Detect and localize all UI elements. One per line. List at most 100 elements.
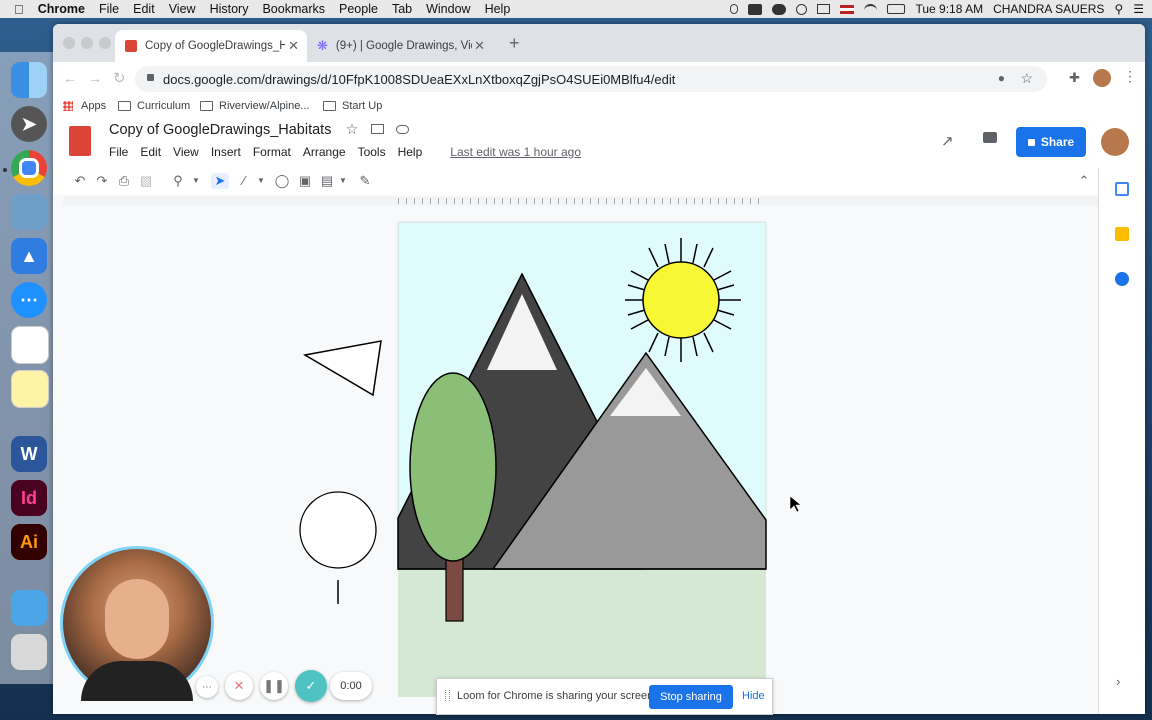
- account-avatar[interactable]: [1101, 128, 1129, 156]
- reload-icon[interactable]: ↻: [113, 69, 126, 87]
- redo-icon[interactable]: ↷: [93, 173, 111, 189]
- loom-more-options-button[interactable]: ⋯: [196, 676, 218, 698]
- address-bar[interactable]: docs.google.com/drawings/d/10FfpK1008SDU…: [135, 66, 1047, 92]
- new-tab-icon[interactable]: +: [509, 33, 520, 54]
- downloads-folder-icon[interactable]: [11, 590, 47, 626]
- apple-icon[interactable]: : [14, 2, 24, 17]
- back-icon[interactable]: ←: [63, 70, 77, 86]
- loom-pause-button[interactable]: ❚❚: [260, 672, 288, 700]
- loom-finish-button[interactable]: ✓: [295, 670, 327, 702]
- tree-canopy[interactable]: [409, 372, 497, 562]
- tab-google-drawings[interactable]: Copy of GoogleDrawings_Habit ✕: [115, 30, 307, 62]
- menu-view[interactable]: View: [169, 2, 196, 16]
- document-title[interactable]: Copy of GoogleDrawings_Habitats ☆: [109, 122, 409, 138]
- forward-icon[interactable]: →: [88, 70, 102, 86]
- profile-avatar[interactable]: [1093, 69, 1111, 87]
- zoom-window-button[interactable]: [99, 37, 111, 49]
- finder-icon[interactable]: [11, 62, 47, 98]
- close-tab-icon[interactable]: ✕: [288, 38, 299, 54]
- expand-side-panel-icon[interactable]: ›: [1116, 674, 1120, 689]
- activity-trend-icon[interactable]: ↗: [941, 132, 954, 150]
- menu-bookmarks[interactable]: Bookmarks: [262, 2, 325, 16]
- menu-user[interactable]: CHANDRA SAUERS: [993, 2, 1104, 16]
- menu-people[interactable]: People: [339, 2, 378, 16]
- circle-shape[interactable]: [299, 491, 377, 569]
- preview-icon[interactable]: [11, 194, 47, 230]
- docs-menu-edit[interactable]: Edit: [140, 145, 161, 159]
- creative-cloud-icon[interactable]: [772, 3, 787, 15]
- tree-trunk[interactable]: [445, 556, 464, 622]
- screen-record-icon[interactable]: [796, 3, 808, 15]
- word-icon[interactable]: W: [11, 436, 47, 472]
- comment-icon[interactable]: [983, 132, 997, 143]
- chrome-menu-icon[interactable]: ⋮: [1123, 68, 1137, 85]
- menu-clock[interactable]: Tue 9:18 AM: [915, 2, 983, 16]
- docs-menu-tools[interactable]: Tools: [358, 145, 386, 159]
- star-icon[interactable]: ☆: [345, 122, 358, 138]
- bookmark-riverview[interactable]: Riverview/Alpine...: [200, 100, 309, 112]
- line-dropdown-icon[interactable]: ▼: [252, 173, 270, 189]
- notes-icon[interactable]: [11, 370, 49, 408]
- drive-sync-icon[interactable]: [748, 3, 763, 15]
- share-button[interactable]: Share: [1016, 127, 1086, 157]
- reminders-icon[interactable]: [11, 326, 49, 364]
- spotlight-search-icon[interactable]: ⚲: [1114, 2, 1123, 16]
- indesign-icon[interactable]: Id: [11, 480, 47, 516]
- print-icon[interactable]: ⎙: [115, 173, 133, 189]
- battery-icon[interactable]: [887, 4, 906, 14]
- text-box-icon[interactable]: ▣: [296, 173, 314, 189]
- close-tab-icon[interactable]: ✕: [474, 38, 485, 54]
- select-arrow-icon[interactable]: ➤: [211, 173, 229, 189]
- menu-edit[interactable]: Edit: [133, 2, 155, 16]
- document-title-text[interactable]: Copy of GoogleDrawings_Habitats: [109, 122, 331, 138]
- keep-icon[interactable]: [1115, 227, 1129, 241]
- loom-cancel-button[interactable]: ✕: [225, 672, 253, 700]
- menu-history[interactable]: History: [210, 2, 249, 16]
- menu-app-name[interactable]: Chrome: [38, 2, 85, 16]
- drag-handle-icon[interactable]: [445, 690, 450, 701]
- loom-camera-bubble[interactable]: [60, 546, 214, 701]
- zoom-icon[interactable]: ⚲: [169, 173, 187, 189]
- microphone-icon[interactable]: [730, 4, 739, 14]
- menu-window[interactable]: Window: [426, 2, 470, 16]
- close-window-button[interactable]: [63, 37, 75, 49]
- image-dropdown-icon[interactable]: ▼: [334, 173, 352, 189]
- docs-menu-format[interactable]: Format: [253, 145, 291, 159]
- airplay-icon[interactable]: [817, 4, 831, 14]
- bookmark-star-icon[interactable]: ☆: [1020, 70, 1033, 87]
- notification-center-icon[interactable]: ☰: [1133, 2, 1144, 16]
- google-drawings-logo-icon[interactable]: [69, 126, 91, 156]
- paint-format-icon[interactable]: ▧: [137, 173, 155, 189]
- move-to-folder-icon[interactable]: [370, 124, 384, 134]
- shape-icon[interactable]: ◯: [273, 173, 291, 189]
- stop-sharing-button[interactable]: Stop sharing: [649, 685, 733, 709]
- chrome-icon[interactable]: [11, 150, 47, 186]
- last-edit-link[interactable]: Last edit was 1 hour ago: [450, 145, 581, 159]
- drawing-shapes[interactable]: [253, 200, 953, 700]
- tasks-icon[interactable]: [1115, 272, 1129, 286]
- collapse-toolbar-icon[interactable]: ⌃: [1075, 173, 1093, 189]
- docs-menu-arrange[interactable]: Arrange: [303, 145, 346, 159]
- illustrator-icon[interactable]: Ai: [11, 524, 47, 560]
- calendar-icon[interactable]: [1115, 182, 1129, 196]
- voice-search-icon[interactable]: ●: [998, 71, 1005, 85]
- docs-menu-insert[interactable]: Insert: [211, 145, 241, 159]
- menu-tab[interactable]: Tab: [392, 2, 412, 16]
- bookmark-apps[interactable]: Apps: [63, 100, 106, 112]
- docs-menu-view[interactable]: View: [173, 145, 199, 159]
- trash-icon[interactable]: [11, 634, 47, 670]
- sun[interactable]: [642, 261, 720, 339]
- launchpad-icon[interactable]: ➤: [11, 106, 47, 142]
- wifi-icon[interactable]: [864, 4, 878, 14]
- bookmark-curriculum[interactable]: Curriculum: [118, 100, 190, 112]
- docs-menu-file[interactable]: File: [109, 145, 128, 159]
- menu-file[interactable]: File: [99, 2, 119, 16]
- minimize-window-button[interactable]: [81, 37, 93, 49]
- docs-menu-help[interactable]: Help: [398, 145, 423, 159]
- line-icon[interactable]: ∕: [235, 173, 253, 189]
- flag-icon[interactable]: [840, 4, 855, 14]
- undo-icon[interactable]: ↶: [71, 173, 89, 189]
- messages-icon[interactable]: ⋯: [11, 282, 47, 318]
- zoom-dropdown-icon[interactable]: ▼: [187, 173, 205, 189]
- menu-help[interactable]: Help: [485, 2, 511, 16]
